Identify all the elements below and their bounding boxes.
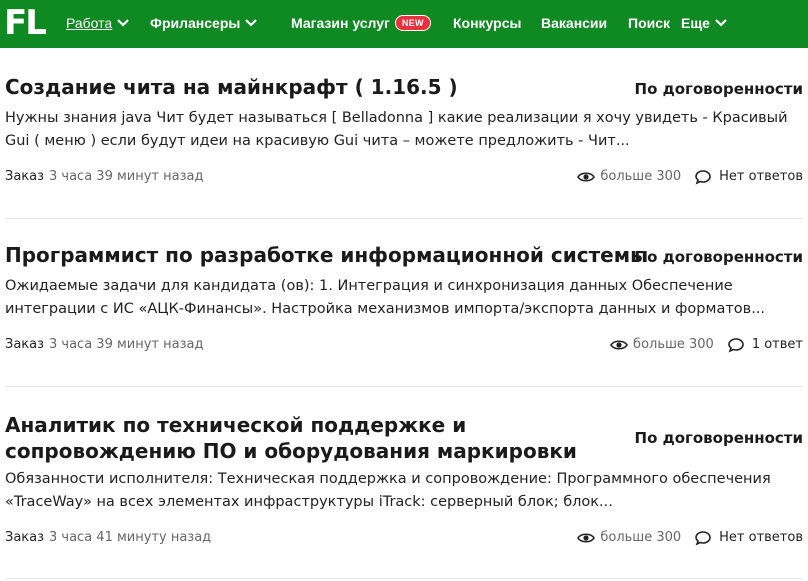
job-card: Создание чита на майнкрафт ( 1.16.5 ) По…: [5, 72, 805, 192]
nav-vacancies[interactable]: Вакансии: [541, 0, 607, 48]
answers-count[interactable]: Нет ответов: [719, 167, 803, 187]
views-count: больше 300: [600, 169, 682, 184]
eye-icon: [577, 533, 596, 543]
job-stats: больше 300 1 ответ: [610, 335, 803, 355]
job-meta: Заказ 3 часа 41 минуту назад больше 300 …: [5, 528, 805, 548]
job-type: Заказ: [5, 169, 45, 184]
job-price: По договоренности: [634, 429, 803, 447]
nav-search-label: Поиск: [628, 15, 671, 31]
comment-icon: [695, 170, 711, 185]
job-stats: больше 300 Нет ответов: [577, 528, 803, 548]
views-count: больше 300: [633, 337, 714, 352]
nav-more[interactable]: Еще: [681, 0, 727, 48]
views-count: больше 300: [600, 530, 682, 545]
job-title[interactable]: Создание чита на майнкрафт ( 1.16.5 ): [5, 74, 458, 100]
nav-freelancers[interactable]: Фрилансеры: [150, 0, 258, 48]
nav-work-label: Работа: [66, 15, 113, 31]
job-type: Заказ: [5, 337, 45, 352]
nav-more-label: Еще: [681, 15, 710, 31]
chevron-down-icon: [245, 19, 258, 27]
nav-freelancers-label: Фрилансеры: [150, 15, 241, 31]
eye-icon: [577, 172, 596, 182]
nav-contests-label: Конкурсы: [453, 15, 522, 31]
nav-work[interactable]: Работа: [66, 0, 129, 48]
job-description: Ожидаемые задачи для кандидата (ов): 1. …: [5, 278, 766, 317]
chevron-down-icon: [117, 19, 129, 27]
job-description: Нужны знания java Чит будет называться […: [5, 110, 788, 149]
job-title[interactable]: Аналитик по технической поддержке и сопр…: [5, 412, 605, 464]
nav-contests[interactable]: Конкурсы: [453, 0, 521, 48]
nav-vacancies-label: Вакансии: [541, 15, 608, 31]
fl-logo[interactable]: FL: [4, 3, 47, 43]
job-title[interactable]: Программист по разработке информационной…: [5, 242, 648, 268]
nav-services-shop[interactable]: Магазин услуг NEW: [291, 0, 431, 48]
job-card: Программист по разработке информационной…: [5, 240, 805, 360]
job-stats: больше 300 Нет ответов: [577, 167, 803, 187]
card-divider: [5, 218, 803, 219]
job-description: Обязанности исполнителя: Техническая под…: [5, 471, 771, 510]
comment-icon: [695, 531, 711, 546]
nav-search[interactable]: Поиск: [628, 0, 670, 48]
answers-count[interactable]: 1 ответ: [752, 335, 803, 355]
job-price: По договоренности: [634, 248, 803, 266]
job-time: 3 часа 41 минуту назад: [49, 530, 212, 545]
job-time: 3 часа 39 минут назад: [49, 337, 204, 352]
new-badge: NEW: [394, 14, 431, 31]
comment-icon: [728, 338, 744, 353]
job-card: Аналитик по технической поддержке и сопр…: [5, 410, 805, 560]
card-divider: [5, 578, 803, 579]
top-navigation-bar: FL Работа Фрилансеры Магазин услуг NEW Ко…: [0, 0, 808, 48]
card-divider: [5, 386, 803, 387]
job-time: 3 часа 39 минут назад: [49, 169, 204, 184]
answers-count[interactable]: Нет ответов: [719, 528, 803, 548]
job-meta: Заказ 3 часа 39 минут назад больше 300 Н…: [5, 167, 805, 187]
chevron-down-icon: [715, 19, 727, 27]
job-meta: Заказ 3 часа 39 минут назад больше 300 1…: [5, 335, 805, 355]
job-type: Заказ: [5, 530, 45, 545]
nav-services-shop-label: Магазин услуг: [291, 15, 390, 31]
job-price: По договоренности: [634, 80, 803, 98]
eye-icon: [610, 340, 628, 350]
